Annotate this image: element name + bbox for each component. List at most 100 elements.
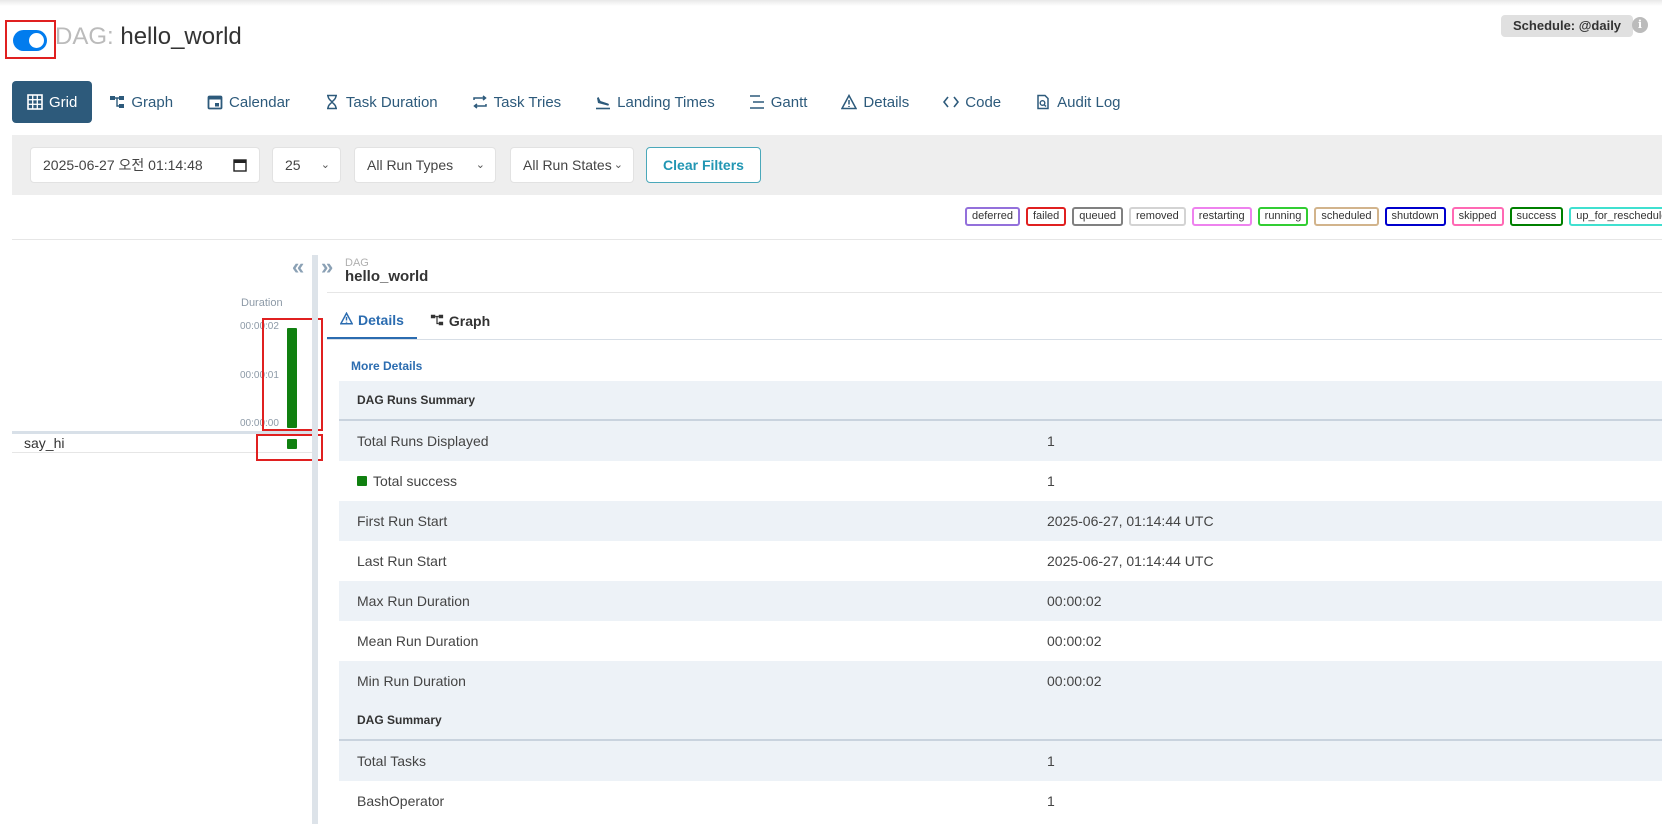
table-row: First Run Start 2025-06-27, 01:14:44 UTC [339,501,1662,541]
state-chip: skipped [1451,207,1504,226]
retry-icon [472,94,488,110]
row-value: 2025-06-27, 01:14:44 UTC [1047,553,1214,569]
row-value: 1 [1047,473,1055,489]
table-row: Last Run Start 2025-06-27, 01:14:44 UTC [339,541,1662,581]
calendar-icon[interactable] [233,158,247,175]
row-label-cell: Max Run Duration [339,593,1047,609]
run-type-select[interactable]: All Run Types ⌄ [354,147,496,183]
state-legend: deferred failed queued removed restarting run… [965,207,1662,226]
row-label: Total Tasks [357,753,426,769]
tab-label: Task Duration [345,93,438,111]
task-instance-cell[interactable] [287,439,297,449]
calendar-icon [207,94,223,110]
tab-label: Graph [131,93,174,111]
schedule-badge[interactable]: Schedule: @daily [1501,15,1634,37]
breadcrumb-dag-name[interactable]: hello_world [345,268,428,285]
hourglass-icon [324,94,340,110]
more-details-link[interactable]: More Details [351,359,422,373]
base-date-value: 2025-06-27 오전 01:14:48 [43,157,203,173]
tab-task-duration[interactable]: Task Duration [307,81,455,123]
tab-task-tries[interactable]: Task Tries [455,81,579,123]
dag-view-tabs: Grid Graph Calendar Task Duration Task T… [12,81,1138,123]
panel-resize-handle[interactable] [312,255,318,824]
pause-toggle[interactable] [13,30,47,51]
row-value: 00:00:02 [1047,673,1102,689]
tab-code[interactable]: Code [926,81,1018,123]
tab-graph[interactable]: Graph [92,81,190,123]
tab-label: Audit Log [1057,93,1121,111]
success-swatch [357,476,367,486]
table-row: Total success 1 [339,461,1662,501]
tab-calendar[interactable]: Calendar [190,81,307,123]
row-label: First Run Start [357,513,448,529]
duration-label: Duration [241,297,283,309]
gantt-icon [749,94,765,110]
table-row: Max Run Duration 00:00:02 [339,581,1662,621]
code-icon [943,94,960,110]
page-title: DAG: hello_world [55,23,242,51]
row-label: Last Run Start [357,553,447,569]
info-icon[interactable]: i [1632,17,1648,33]
row-label: Mean Run Duration [357,633,479,649]
expand-icon[interactable]: » [321,254,333,280]
state-chip: deferred [965,207,1020,226]
task-name[interactable]: say_hi [24,435,64,451]
row-value: 00:00:02 [1047,593,1102,609]
warning-triangle-icon [841,93,858,110]
table-section-header: DAG Summary [339,701,1662,741]
state-chip: running [1257,207,1309,226]
clear-filters-button[interactable]: Clear Filters [646,147,761,183]
row-label-cell: Total success [339,473,1047,489]
top-shadow [0,0,1662,6]
run-state-value: All Run States [523,157,612,173]
state-chip: restarting [1191,207,1252,226]
subtab-label: Details [358,312,404,328]
tab-label: Gantt [770,93,808,111]
detail-subtabs: Details Graph [327,303,503,339]
divider [327,339,1662,340]
base-date-input[interactable]: 2025-06-27 오전 01:14:48 [30,147,260,183]
row-label-cell: BashOperator [339,793,1047,809]
tab-details[interactable]: Details [824,81,926,123]
section-title: DAG Runs Summary [357,393,476,407]
row-value: 2025-06-27, 01:14:44 UTC [1047,513,1214,529]
tab-label: Landing Times [617,93,715,111]
row-label: Total Runs Displayed [357,433,489,449]
details-table: DAG Runs Summary Total Runs Displayed 1 Tot… [339,381,1662,821]
run-type-value: All Run Types [367,157,454,173]
collapse-icon[interactable]: « [292,254,304,280]
subtab-details[interactable]: Details [327,303,417,339]
tab-label: Grid [49,93,78,111]
chevron-down-icon: ⌄ [613,159,623,171]
table-row: Total Tasks 1 [339,741,1662,781]
toggle-knob [29,33,44,48]
state-chip: shutdown [1384,207,1446,226]
tab-gantt[interactable]: Gantt [732,81,825,123]
num-runs-select[interactable]: 25 ⌄ [272,147,341,183]
dag-run-bar[interactable] [287,328,297,428]
run-state-select[interactable]: All Run States ⌄ [510,147,634,183]
divider [327,292,1662,293]
state-chip: removed [1129,207,1186,226]
row-label-cell: Total Tasks [339,753,1047,769]
filter-bar: 2025-06-27 오전 01:14:48 25 ⌄ All Run Type… [12,135,1662,195]
grid-icon [27,94,43,110]
row-value: 1 [1047,753,1055,769]
tab-audit-log[interactable]: Audit Log [1018,81,1137,123]
state-chip: failed [1025,207,1067,226]
row-label-cell: Last Run Start [339,553,1047,569]
row-value: 1 [1047,433,1055,449]
row-label: Min Run Duration [357,673,466,689]
section-title: DAG Summary [357,713,442,727]
landing-icon [595,94,611,110]
tab-grid[interactable]: Grid [12,81,93,123]
row-label: Max Run Duration [357,593,470,609]
num-runs-value: 25 [285,157,301,173]
audit-log-icon [1035,94,1051,110]
row-label-cell: Mean Run Duration [339,633,1047,649]
state-chip: queued [1072,207,1123,226]
graph-icon [430,313,444,330]
subtab-graph[interactable]: Graph [417,303,503,339]
table-section-header: DAG Runs Summary [339,381,1662,421]
tab-landing-times[interactable]: Landing Times [578,81,732,123]
